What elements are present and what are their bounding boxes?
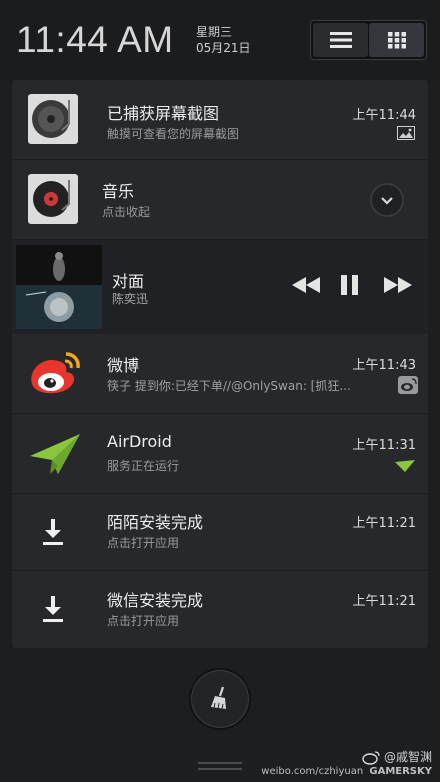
grid-icon xyxy=(387,32,406,49)
album-art xyxy=(16,245,102,329)
notification-time: 上午11:21 xyxy=(352,594,416,609)
media-player: 对面 陈奕迅 xyxy=(12,240,428,334)
view-toggle xyxy=(310,20,427,60)
fast-forward-icon[interactable] xyxy=(382,270,414,300)
screenshot-turntable-icon xyxy=(28,94,78,144)
notifications-view-button[interactable] xyxy=(313,23,368,57)
notification-wechat-installed[interactable]: 微信安装完成 点击打开应用 上午11:21 xyxy=(12,571,428,648)
notification-title: AirDroid xyxy=(107,432,172,451)
airdroid-app-icon xyxy=(30,434,80,474)
clear-all-button[interactable] xyxy=(189,668,251,730)
weekday: 星期三 xyxy=(196,25,233,39)
notification-title: 微信安装完成 xyxy=(107,591,204,610)
chevron-down-icon[interactable] xyxy=(369,182,405,218)
pause-icon[interactable] xyxy=(338,270,362,300)
watermark-site: weibo.com/czhiyuan GAMERSKY xyxy=(261,766,432,777)
download-icon xyxy=(43,519,63,545)
list-icon xyxy=(329,32,352,48)
album-art-image xyxy=(16,245,102,329)
date: 05月21日 xyxy=(196,41,251,55)
notification-subtitle: 点击打开应用 xyxy=(107,536,180,550)
weibo-watermark-icon xyxy=(362,750,380,765)
notification-weibo[interactable]: 微博 筷子 提到你:已经下单//@OnlySwan: [抓狂... 上午11:4… xyxy=(12,334,428,414)
notification-time: 上午11:44 xyxy=(352,108,416,123)
toggles-view-button[interactable] xyxy=(369,23,424,57)
airdroid-icon xyxy=(395,460,415,472)
notification-time: 上午11:21 xyxy=(352,516,416,531)
drag-handle[interactable] xyxy=(198,762,242,764)
notification-subtitle: 点击收起 xyxy=(102,205,151,219)
notification-subtitle: 服务正在运行 xyxy=(107,459,180,473)
notification-airdroid[interactable]: AirDroid 服务正在运行 上午11:31 xyxy=(12,414,428,494)
notification-title: 已捕获屏幕截图 xyxy=(107,104,220,123)
notification-screenshot[interactable]: 已捕获屏幕截图 触摸可查看您的屏幕截图 上午11:44 xyxy=(12,80,428,160)
notification-subtitle: 筷子 提到你:已经下单//@OnlySwan: [抓狂... xyxy=(107,379,351,393)
notification-title: 微博 xyxy=(107,356,140,375)
notification-title: 陌陌安装完成 xyxy=(107,513,204,532)
notification-music[interactable]: 音乐 点击收起 xyxy=(12,160,428,240)
date-block: 星期三 05月21日 xyxy=(196,24,251,56)
watermark-handle: @戚智渊 xyxy=(362,748,432,765)
notification-time: 上午11:43 xyxy=(352,358,416,373)
notification-time: 上午11:31 xyxy=(352,438,416,453)
music-turntable-icon xyxy=(28,174,78,224)
notification-subtitle: 触摸可查看您的屏幕截图 xyxy=(107,127,240,141)
notification-subtitle: 点击打开应用 xyxy=(107,614,180,628)
drag-handle-line xyxy=(198,768,242,770)
weibo-app-icon xyxy=(31,352,80,394)
notification-panel: 已捕获屏幕截图 触摸可查看您的屏幕截图 上午11:44 音乐 点击收起 对面 陈… xyxy=(12,80,428,648)
notification-momo-installed[interactable]: 陌陌安装完成 点击打开应用 上午11:21 xyxy=(12,494,428,571)
status-header: 11:44 AM 星期三 05月21日 xyxy=(0,0,440,80)
broom-icon xyxy=(211,686,226,710)
download-icon xyxy=(43,596,63,622)
notification-title: 音乐 xyxy=(102,182,135,201)
clock: 11:44 AM xyxy=(16,19,174,60)
weibo-icon xyxy=(398,376,418,394)
song-title: 对面 xyxy=(112,272,145,291)
artist-name: 陈奕迅 xyxy=(112,292,149,306)
image-icon xyxy=(397,126,415,140)
rewind-icon[interactable] xyxy=(290,270,322,300)
